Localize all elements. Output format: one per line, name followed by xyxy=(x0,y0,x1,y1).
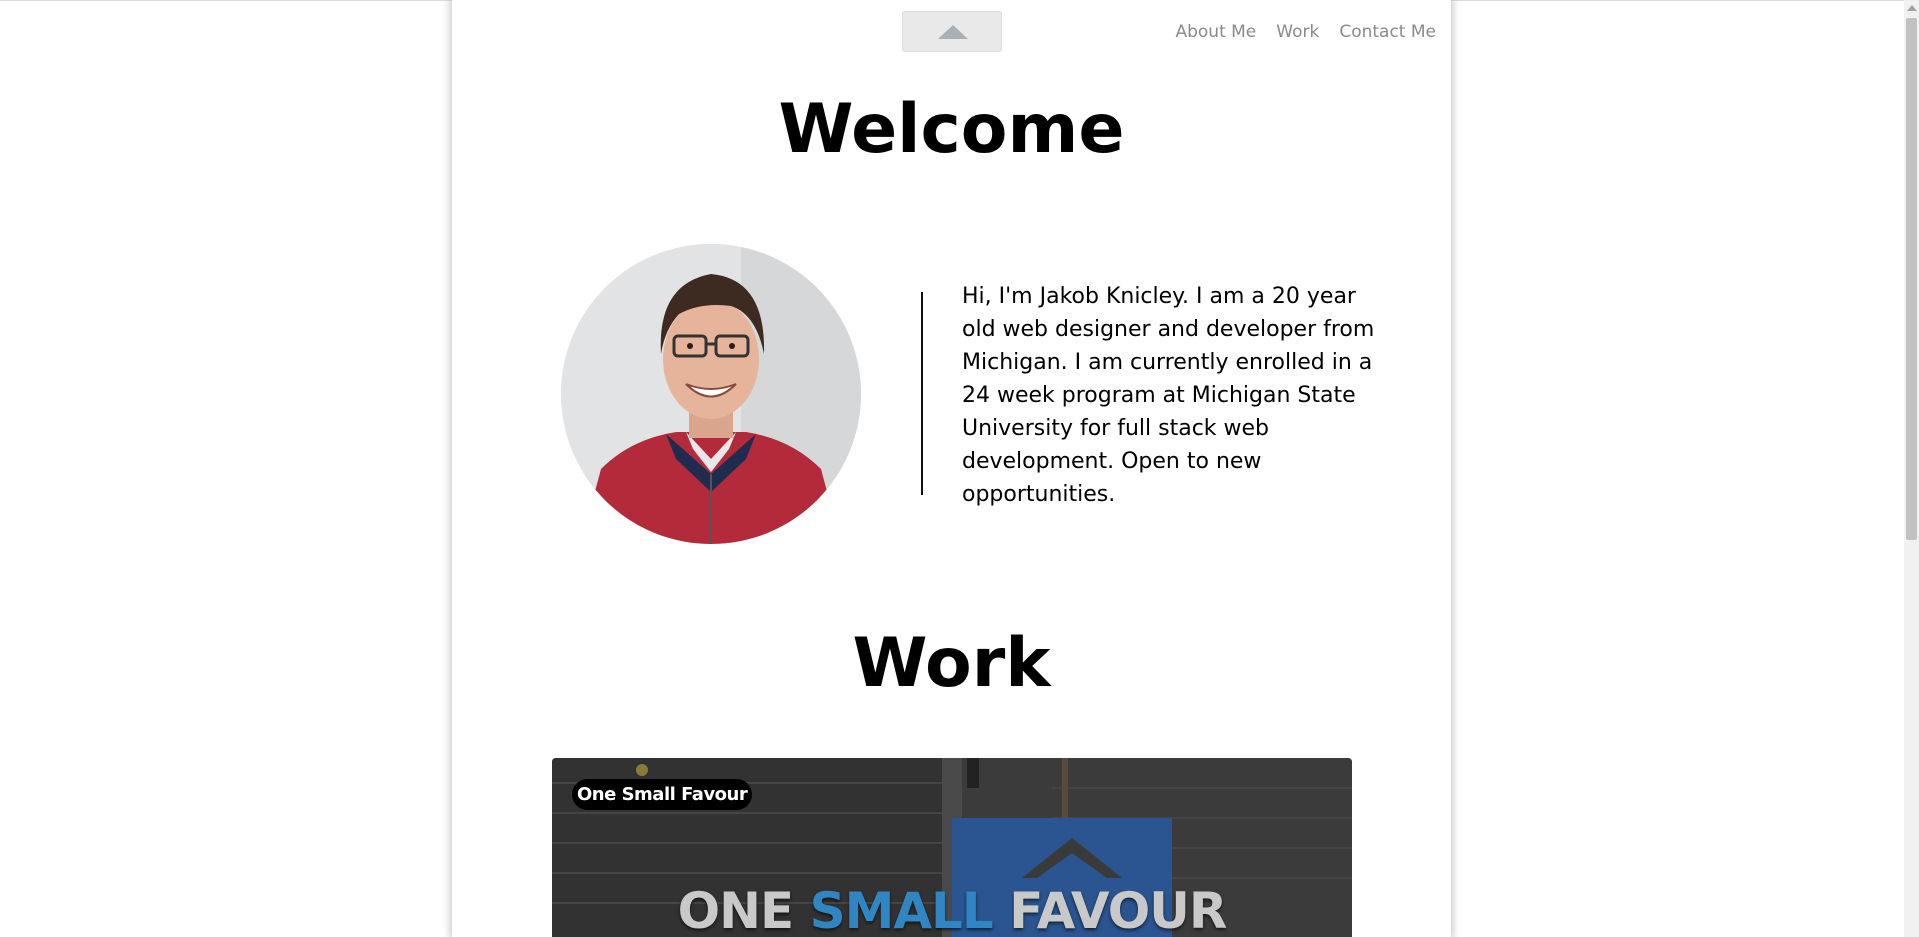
vertical-scrollbar[interactable] xyxy=(1904,0,1919,937)
nav-link-contact-me[interactable]: Contact Me xyxy=(1339,22,1436,42)
scroll-up-arrow-icon[interactable] xyxy=(1907,5,1917,11)
main-nav: About Me Work Contact Me xyxy=(1175,22,1436,42)
profile-photo-illustration xyxy=(561,244,861,544)
logo-word-small: SMALL xyxy=(809,882,994,937)
page-container: About Me Work Contact Me Welcome Hi, I'm… xyxy=(452,0,1451,937)
welcome-heading: Welcome xyxy=(778,90,1125,169)
work-heading: Work xyxy=(852,624,1051,703)
project-card[interactable]: One Small Favour ONE SMALL FAVOUR xyxy=(552,758,1352,937)
scrollbar-thumb[interactable] xyxy=(1906,18,1917,540)
profile-photo xyxy=(561,244,861,544)
project-name-badge: One Small Favour xyxy=(572,779,753,810)
bio-divider xyxy=(921,292,923,495)
nav-link-about-me[interactable]: About Me xyxy=(1175,22,1256,42)
logo-word-favour: FAVOUR xyxy=(1009,882,1227,937)
logo-word-one: ONE xyxy=(677,882,795,937)
nav-link-work[interactable]: Work xyxy=(1276,22,1319,42)
project-logo-text: ONE SMALL FAVOUR xyxy=(552,882,1352,937)
scroll-to-top-button[interactable] xyxy=(902,11,1002,52)
bio-text: Hi, I'm Jakob Knicley. I am a 20 year ol… xyxy=(962,284,1375,507)
arrow-up-icon xyxy=(938,25,968,39)
